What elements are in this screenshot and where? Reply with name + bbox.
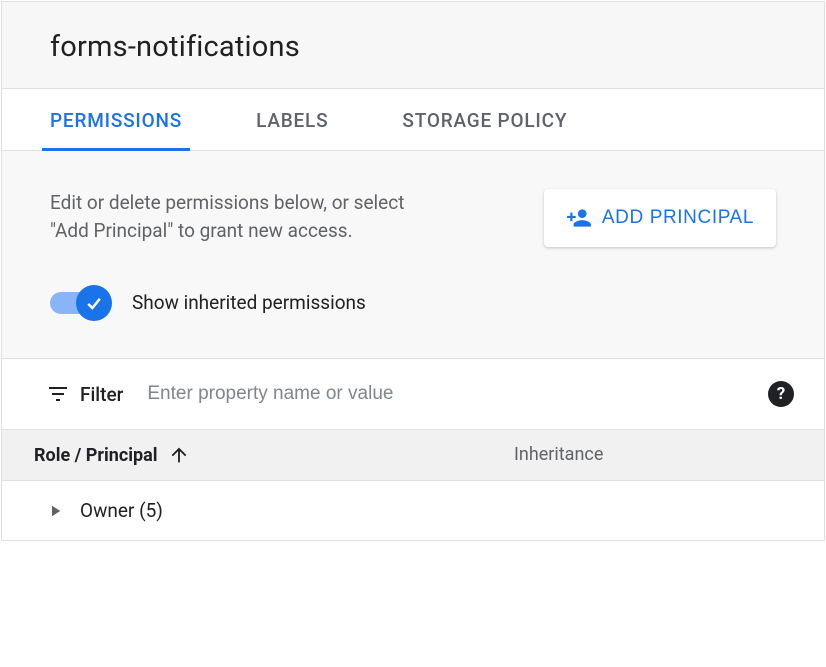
add-person-icon: [566, 205, 592, 231]
tab-bar: Permissions Labels Storage Policy: [2, 89, 824, 151]
tab-labels[interactable]: Labels: [256, 89, 328, 150]
help-icon[interactable]: ?: [768, 381, 794, 407]
column-role-label: Role / Principal: [34, 445, 158, 466]
switch-thumb: [76, 285, 112, 321]
check-icon: [84, 293, 104, 313]
expand-icon[interactable]: [46, 502, 64, 520]
row-label: Owner (5): [80, 499, 163, 522]
table-header: Role / Principal Inheritance: [2, 429, 824, 481]
table-row[interactable]: Owner (5): [2, 481, 824, 540]
title-bar: forms-notifications: [2, 2, 824, 89]
sort-ascending-icon: [168, 444, 190, 466]
show-inherited-toggle[interactable]: [50, 292, 112, 314]
permissions-panel: forms-notifications Permissions Labels S…: [1, 1, 825, 541]
add-principal-label: Add Principal: [602, 207, 754, 229]
column-header-inheritance[interactable]: Inheritance: [514, 444, 603, 466]
column-header-role[interactable]: Role / Principal: [34, 444, 514, 466]
description-text: Edit or delete permissions below, or sel…: [50, 189, 430, 244]
filter-label: Filter: [80, 383, 123, 406]
filter-icon: [46, 382, 70, 406]
page-title: forms-notifications: [50, 30, 776, 64]
add-principal-button[interactable]: Add Principal: [544, 189, 776, 247]
toggle-row: Show inherited permissions: [50, 291, 776, 314]
content-area: Edit or delete permissions below, or sel…: [2, 151, 824, 359]
help-question-mark: ?: [777, 384, 785, 404]
filter-row: Filter ?: [2, 359, 824, 429]
toggle-label: Show inherited permissions: [132, 291, 366, 314]
tab-storage-policy[interactable]: Storage Policy: [402, 89, 567, 150]
description-row: Edit or delete permissions below, or sel…: [50, 189, 776, 247]
filter-input[interactable]: [147, 383, 768, 405]
tab-permissions[interactable]: Permissions: [50, 89, 182, 150]
